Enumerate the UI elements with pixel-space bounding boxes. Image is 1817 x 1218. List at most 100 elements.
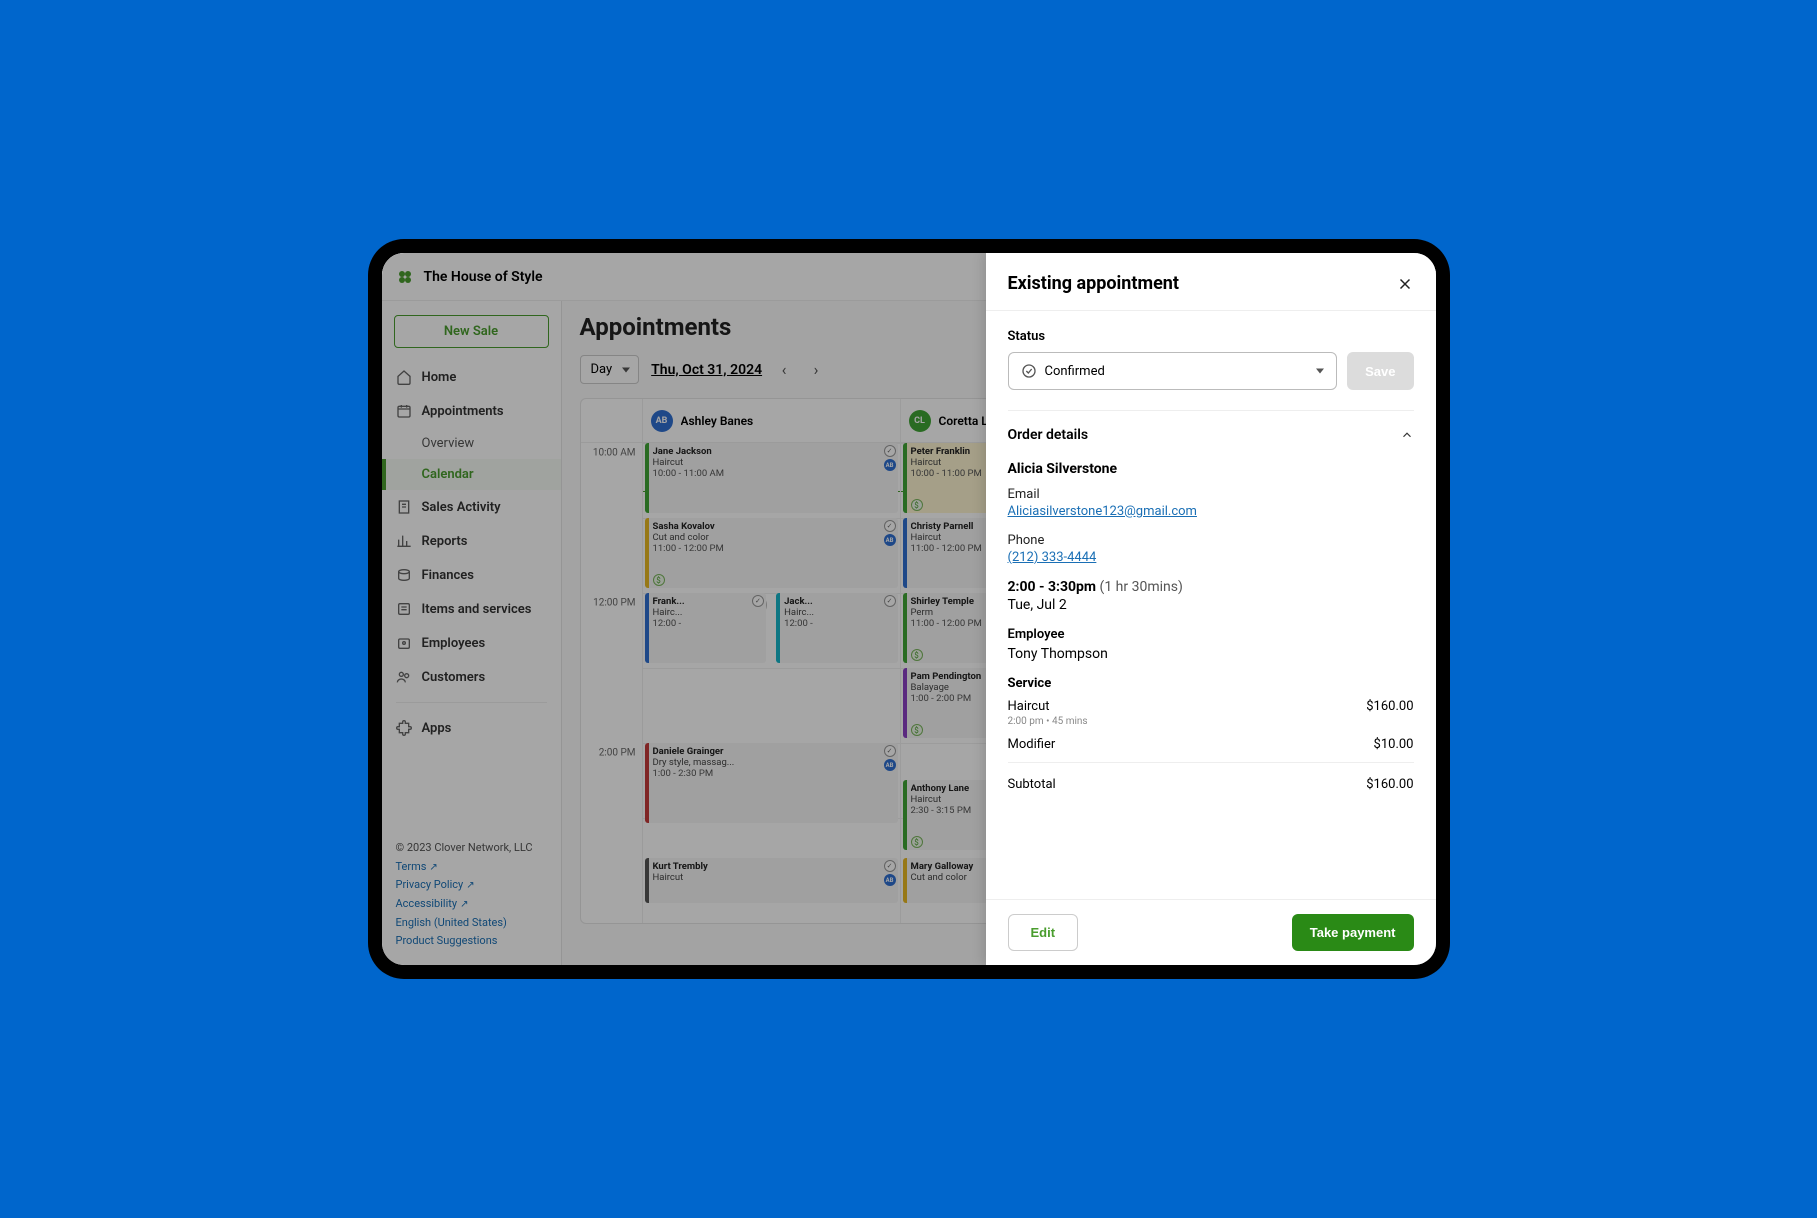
status-label: Status: [1008, 329, 1414, 344]
nav-finances[interactable]: Finances: [382, 558, 561, 592]
appointment-date: Tue, Jul 2: [1008, 597, 1414, 613]
employee-name: Ashley Banes: [681, 414, 754, 428]
divider: [396, 702, 547, 703]
nav-employees[interactable]: Employees: [382, 626, 561, 660]
email-label: Email: [1008, 487, 1414, 502]
nav-appointments[interactable]: Appointments: [382, 394, 561, 428]
employee-value: Tony Thompson: [1008, 646, 1414, 662]
nav-items[interactable]: Items and services: [382, 592, 561, 626]
view-select[interactable]: Day: [580, 355, 640, 384]
nav-sales[interactable]: Sales Activity: [382, 490, 561, 524]
subnav-overview[interactable]: Overview: [382, 428, 561, 459]
time-label: 12:00 PM: [593, 598, 635, 609]
time-label: 10:00 AM: [593, 448, 636, 459]
appointment-event[interactable]: Kurt TremblyHaircut✓AB: [645, 858, 898, 903]
status-select[interactable]: Confirmed: [1008, 352, 1338, 390]
badge-icon: [396, 635, 412, 651]
order-details-toggle[interactable]: Order details: [1008, 427, 1414, 443]
time-label: 2:00 PM: [599, 748, 636, 759]
nav-label: Home: [422, 370, 457, 385]
receipt-icon: [396, 499, 412, 515]
puzzle-icon: [396, 720, 412, 736]
external-icon: ↗: [460, 899, 468, 910]
phone-label: Phone: [1008, 533, 1414, 548]
service-price: $160.00: [1366, 699, 1413, 714]
date-display[interactable]: Thu, Oct 31, 2024: [651, 362, 762, 378]
locale-link[interactable]: English (United States): [396, 916, 507, 929]
panel-body: Status Confirmed Save Order details Alic…: [986, 311, 1436, 899]
home-icon: [396, 369, 412, 385]
appointment-panel: Existing appointment Status Confirmed Sa…: [986, 253, 1436, 965]
status-value: Confirmed: [1045, 364, 1105, 379]
subtotal-label: Subtotal: [1008, 777, 1056, 792]
nav-label: Reports: [422, 534, 468, 549]
subnav-calendar[interactable]: Calendar: [382, 459, 561, 490]
prev-arrow[interactable]: ‹: [774, 360, 794, 379]
nav-label: Finances: [422, 568, 475, 583]
appointment-time: 2:00 - 3:30pm (1 hr 30mins): [1008, 579, 1414, 595]
nav-reports[interactable]: Reports: [382, 524, 561, 558]
accessibility-link[interactable]: Accessibility: [396, 897, 458, 910]
service-label: Service: [1008, 676, 1414, 691]
take-payment-button[interactable]: Take payment: [1292, 914, 1414, 951]
avatar: AB: [651, 410, 673, 432]
service-line: Modifier $10.00: [1008, 737, 1414, 752]
panel-footer: Edit Take payment: [986, 899, 1436, 965]
subtotal-row: Subtotal $160.00: [1008, 762, 1414, 792]
list-icon: [396, 601, 412, 617]
appointment-event[interactable]: Daniele GraingerDry style, massag...1:00…: [645, 743, 898, 823]
chevron-up-icon: [1400, 428, 1414, 442]
nav-label: Employees: [422, 636, 486, 651]
nav-home[interactable]: Home: [382, 360, 561, 394]
money-icon: [396, 567, 412, 583]
business-name: The House of Style: [424, 269, 543, 285]
screen: The House of Style New Sale Home Appoint…: [382, 253, 1436, 965]
email-link[interactable]: Aliciasilverstone123@gmail.com: [1008, 504, 1197, 519]
chart-icon: [396, 533, 412, 549]
phone-link[interactable]: (212) 333-4444: [1008, 550, 1097, 565]
panel-header: Existing appointment: [986, 253, 1436, 311]
appointment-event[interactable]: Jane JacksonHaircut10:00 - 11:00 AM✓AB: [645, 443, 898, 513]
new-sale-button[interactable]: New Sale: [394, 315, 549, 348]
close-icon[interactable]: [1396, 275, 1414, 293]
terms-link[interactable]: Terms: [396, 860, 427, 873]
panel-title: Existing appointment: [1008, 273, 1179, 294]
save-button[interactable]: Save: [1347, 352, 1413, 390]
external-icon: ↗: [466, 880, 474, 891]
avatar: CL: [909, 410, 931, 432]
copyright: © 2023 Clover Network, LLC: [396, 839, 547, 858]
nav-customers[interactable]: Customers: [382, 660, 561, 694]
service-price: $10.00: [1374, 737, 1414, 752]
calendar-icon: [396, 403, 412, 419]
event-column: +2 Jane JacksonHaircut10:00 - 11:00 AM✓A…: [643, 443, 901, 923]
appointment-event[interactable]: Jack...Hairc...12:00 -✓: [776, 593, 897, 663]
divider: [1008, 410, 1414, 411]
appointment-event[interactable]: Sasha KovalovCut and color11:00 - 12:00 …: [645, 518, 898, 588]
employee-label: Employee: [1008, 627, 1414, 642]
appointment-event[interactable]: Frank...Hairc...12:00 -✓: [645, 593, 766, 663]
edit-button[interactable]: Edit: [1008, 914, 1079, 951]
next-arrow[interactable]: ›: [806, 360, 826, 379]
people-icon: [396, 669, 412, 685]
sidebar: New Sale Home Appointments Overview Cale…: [382, 253, 562, 965]
nav-list: Home Appointments Overview Calendar Sale…: [382, 360, 561, 745]
suggestions-link[interactable]: Product Suggestions: [396, 934, 498, 947]
service-line: Haircut $160.00: [1008, 699, 1414, 714]
subtotal-value: $160.00: [1366, 777, 1413, 792]
external-icon: ↗: [429, 862, 437, 873]
nav-label: Items and services: [422, 602, 532, 617]
sidebar-footer: © 2023 Clover Network, LLC Terms↗ Privac…: [382, 829, 561, 965]
check-circle-icon: [1021, 363, 1037, 379]
service-name: Haircut: [1008, 699, 1050, 714]
nav-label: Customers: [422, 670, 486, 685]
nav-apps[interactable]: Apps: [382, 711, 561, 745]
nav-label: Appointments: [422, 404, 504, 419]
time-column: 10:00 AM 12:00 PM 2:00 PM: [581, 443, 643, 923]
service-name: Modifier: [1008, 737, 1056, 752]
employee-header[interactable]: AB Ashley Banes: [643, 399, 901, 442]
nav-label: Apps: [422, 721, 452, 736]
nav-label: Sales Activity: [422, 500, 501, 515]
privacy-link[interactable]: Privacy Policy: [396, 878, 464, 891]
customer-name: Alicia Silverstone: [1008, 461, 1414, 477]
clover-logo-icon: [396, 268, 414, 286]
